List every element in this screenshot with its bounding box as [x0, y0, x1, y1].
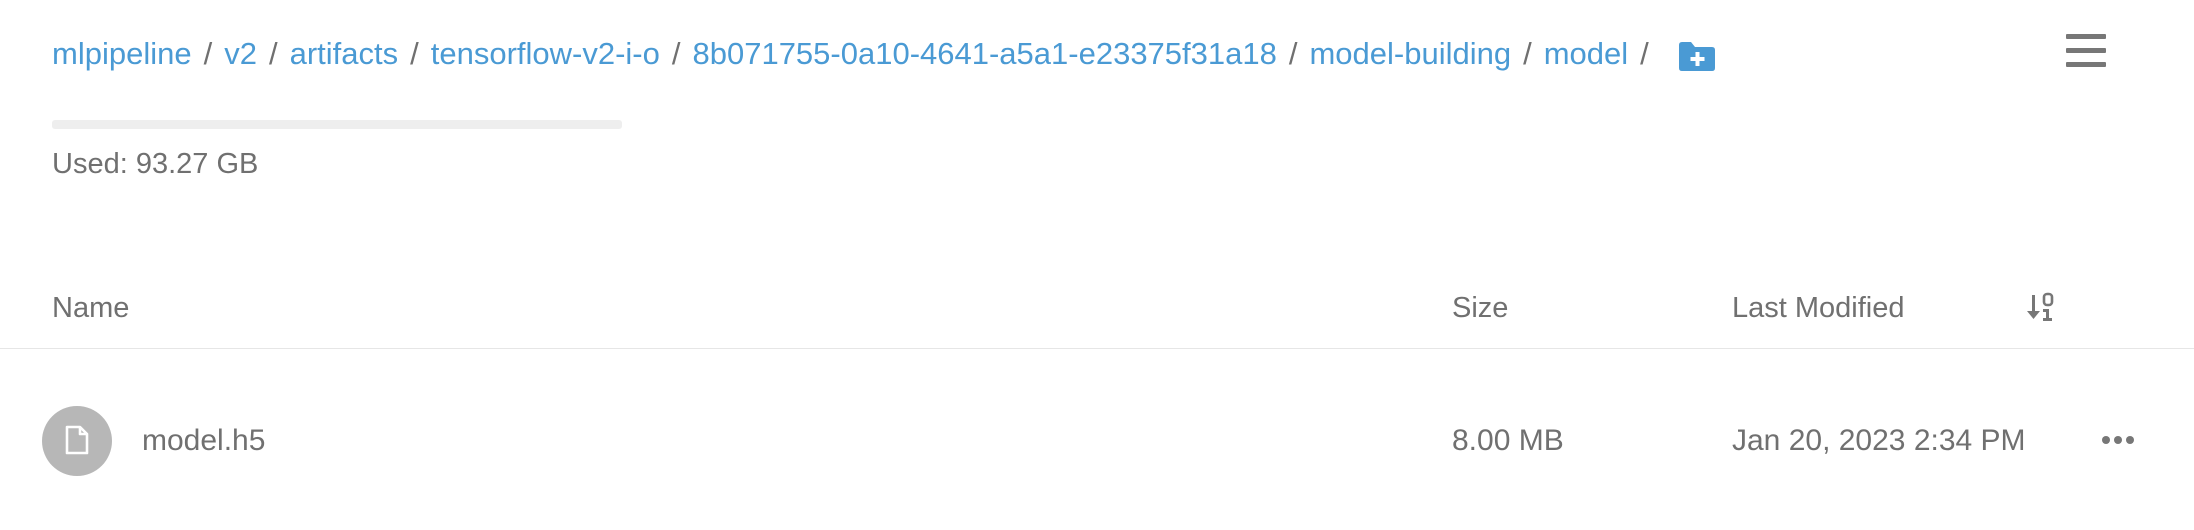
column-header-name[interactable]: Name: [52, 292, 129, 325]
breadcrumb-separator: /: [1523, 36, 1532, 71]
breadcrumb-item-v2[interactable]: v2: [224, 36, 257, 72]
breadcrumb-item-mlpipeline[interactable]: mlpipeline: [52, 36, 192, 72]
folder-plus-icon[interactable]: [1677, 39, 1717, 73]
storage-used-label: Used: 93.27 GB: [52, 148, 259, 180]
column-header-last-modified[interactable]: Last Modified: [1732, 292, 1905, 325]
breadcrumb: mlpipeline / v2 / artifacts / tensorflow…: [52, 36, 1717, 72]
hamburger-menu-icon[interactable]: [2066, 34, 2106, 68]
table-row[interactable]: model.h5 8.00 MB Jan 20, 2023 2:34 PM: [0, 400, 2194, 484]
file-icon: [42, 406, 112, 476]
sort-descending-icon[interactable]: [2026, 290, 2056, 324]
file-last-modified: Jan 20, 2023 2:34 PM: [1732, 424, 2026, 457]
file-name[interactable]: model.h5: [142, 424, 265, 458]
breadcrumb-item-model-building[interactable]: model-building: [1309, 36, 1511, 72]
breadcrumb-item-run-id[interactable]: 8b071755-0a10-4641-a5a1-e23375f31a18: [692, 36, 1276, 72]
file-size: 8.00 MB: [1452, 424, 1564, 457]
breadcrumb-separator: /: [671, 36, 681, 71]
breadcrumb-separator: /: [410, 36, 419, 71]
breadcrumb-item-pipeline[interactable]: tensorflow-v2-i-o: [431, 36, 660, 72]
column-header-size[interactable]: Size: [1452, 292, 1508, 325]
breadcrumb-item-model[interactable]: model: [1544, 36, 1628, 72]
more-horizontal-icon[interactable]: [2100, 430, 2136, 450]
breadcrumb-separator: /: [203, 36, 213, 71]
breadcrumb-item-artifacts[interactable]: artifacts: [290, 36, 399, 72]
breadcrumb-separator: /: [268, 36, 278, 71]
storage-usage-bar: [52, 120, 622, 129]
table-header: Name Size Last Modified: [0, 286, 2194, 349]
breadcrumb-separator: /: [1288, 36, 1298, 71]
breadcrumb-separator: /: [1640, 36, 1649, 71]
